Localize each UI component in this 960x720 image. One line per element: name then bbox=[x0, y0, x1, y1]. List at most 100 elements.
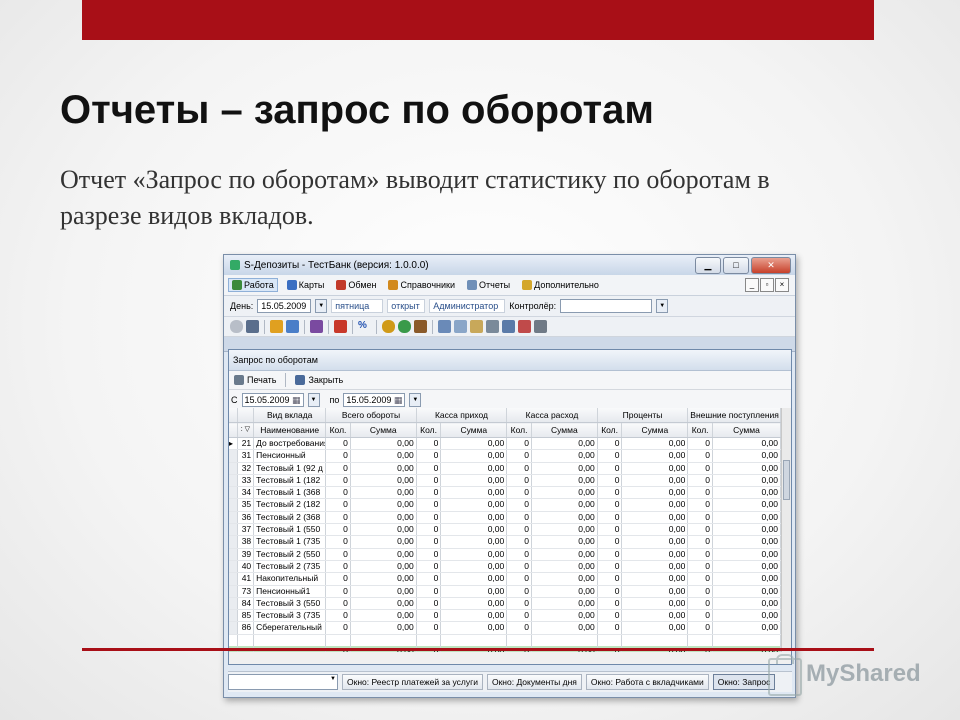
table-row[interactable]: 33 Тестовый 1 (182 0 0,00 0 0,00 0 0,00 0 0,00 0 0,… bbox=[229, 474, 781, 488]
table-row[interactable]: 40 Тестовый 2 (735 0 0,00 0 0,00 0 0,00 0 0,00 0 0,… bbox=[229, 560, 781, 574]
taskbar-window-button[interactable]: Окно: Реестр платежей за услуги bbox=[342, 674, 483, 690]
row-code: 85 bbox=[237, 609, 255, 623]
controller-field[interactable] bbox=[560, 299, 653, 313]
mdi-minimize-button[interactable]: _ bbox=[745, 278, 759, 292]
sub-header-1[interactable]: Наименование bbox=[253, 422, 327, 438]
menu-item-5[interactable]: Отчеты bbox=[464, 279, 513, 291]
from-date-dropdown-icon[interactable]: ▼ bbox=[307, 393, 320, 407]
calculator-icon[interactable] bbox=[534, 320, 547, 333]
group-header-6[interactable]: Внешние поступления bbox=[687, 408, 781, 423]
sub-header-4[interactable]: Кол. bbox=[416, 422, 442, 438]
controller-dropdown-icon[interactable]: ▼ bbox=[656, 299, 669, 313]
window-selector-dropdown[interactable] bbox=[228, 674, 338, 690]
grid-vertical-scrollbar[interactable] bbox=[781, 408, 791, 652]
from-date-field[interactable]: 15.05.2009 ▦ bbox=[241, 393, 304, 407]
table-row[interactable]: 37 Тестовый 1 (550 0 0,00 0 0,00 0 0,00 0 0,00 0 0,… bbox=[229, 523, 781, 537]
book-icon[interactable] bbox=[310, 320, 323, 333]
close-report-button[interactable]: Закрыть bbox=[292, 375, 346, 385]
sub-header-5[interactable]: Сумма bbox=[440, 422, 508, 438]
edit-icon[interactable] bbox=[246, 320, 259, 333]
sub-header-3[interactable]: Сумма bbox=[350, 422, 417, 438]
row-sum: 0,00 bbox=[531, 437, 598, 451]
table-row[interactable]: 32 Тестовый 1 (92 д 0 0,00 0 0,00 0 0,00 0 0,00 0 0… bbox=[229, 462, 781, 475]
sub-header-9[interactable]: Сумма bbox=[621, 422, 689, 438]
report-title: Запрос по оборотам bbox=[233, 355, 318, 365]
row-sum: 0,00 bbox=[440, 498, 508, 512]
filter-header-icon[interactable]: : ▽ bbox=[237, 422, 255, 438]
taskbar-window-button[interactable]: Окно: Документы дня bbox=[486, 674, 582, 690]
taskbar-window-button[interactable]: Окно: Работа с вкладчиками bbox=[585, 674, 709, 690]
folders-icon[interactable] bbox=[270, 320, 283, 333]
weekday-field: пятница bbox=[331, 299, 384, 313]
monitor-icon[interactable] bbox=[502, 320, 515, 333]
coins-icon[interactable] bbox=[382, 320, 395, 333]
sub-header-8[interactable]: Кол. bbox=[597, 422, 623, 438]
maximize-button[interactable]: □ bbox=[723, 257, 749, 274]
group-header-4[interactable]: Касса расход bbox=[506, 408, 598, 423]
row-indicator bbox=[229, 548, 238, 561]
table-row[interactable]: ▸ 21 До востребования 0 0,00 0 0,00 0 0,00 0 0,00 0… bbox=[229, 437, 781, 451]
row-count: 0 bbox=[687, 560, 713, 574]
group-header-5[interactable]: Проценты bbox=[597, 408, 689, 423]
sub-header-10[interactable]: Кол. bbox=[687, 422, 713, 438]
group-header-1[interactable]: Вид вклада bbox=[253, 408, 327, 423]
row-sum: 0,00 bbox=[621, 560, 689, 574]
cloud-icon[interactable] bbox=[230, 320, 243, 333]
table-row[interactable]: 41 Накопительный 0 0,00 0 0,00 0 0,00 0 0,00 0 0,00 bbox=[229, 572, 781, 586]
menu-item-3[interactable]: Обмен bbox=[333, 279, 379, 291]
group-header-3[interactable]: Касса приход bbox=[416, 408, 508, 423]
mdi-restore-button[interactable]: ▫ bbox=[760, 278, 774, 292]
grid-view-icon[interactable] bbox=[438, 320, 451, 333]
percent-icon[interactable]: % bbox=[358, 320, 371, 333]
table-row[interactable]: 86 Сберегательный 0 0,00 0 0,00 0 0,00 0 0,00 0 0,0… bbox=[229, 621, 781, 635]
to-date-dropdown-icon[interactable]: ▼ bbox=[409, 393, 422, 407]
table-row[interactable]: 39 Тестовый 2 (550 0 0,00 0 0,00 0 0,00 0 0,00 0 0,… bbox=[229, 548, 781, 561]
row-count: 0 bbox=[597, 560, 623, 574]
clipboard-icon[interactable] bbox=[470, 320, 483, 333]
calendar-icon[interactable]: ▦ bbox=[292, 394, 301, 406]
sub-header-7[interactable]: Сумма bbox=[531, 422, 598, 438]
row-count: 0 bbox=[687, 474, 713, 488]
table-icon[interactable] bbox=[454, 320, 467, 333]
menu-item-4[interactable]: Справочники bbox=[385, 279, 458, 291]
sub-header-11[interactable]: Сумма bbox=[712, 422, 781, 438]
sub-header-6[interactable]: Кол. bbox=[506, 422, 532, 438]
table-row[interactable]: 73 Пенсионный1 0 0,00 0 0,00 0 0,00 0 0,00 0 0,00 bbox=[229, 585, 781, 598]
printer-icon bbox=[234, 375, 244, 385]
group-header-2[interactable]: Всего обороты bbox=[325, 408, 417, 423]
sub-header-2[interactable]: Кол. bbox=[325, 422, 351, 438]
table-row[interactable]: 85 Тестовый 3 (735 0 0,00 0 0,00 0 0,00 0 0,00 0 0,… bbox=[229, 609, 781, 623]
table-row[interactable]: 35 Тестовый 2 (182 0 0,00 0 0,00 0 0,00 0 0,00 0 0,… bbox=[229, 498, 781, 512]
report-print-icon[interactable] bbox=[334, 320, 347, 333]
taskbar-window-button[interactable]: Окно: Запрос bbox=[712, 674, 776, 690]
menu-item-1[interactable]: Работа bbox=[228, 278, 278, 292]
print-button[interactable]: Печать bbox=[231, 375, 279, 385]
row-name: Пенсионный1 bbox=[253, 585, 327, 598]
report-toolbar: Печать Закрыть bbox=[229, 371, 791, 390]
tools-icon[interactable] bbox=[414, 320, 427, 333]
to-date-field[interactable]: 15.05.2009 ▦ bbox=[343, 393, 406, 407]
minimize-button[interactable]: ▁ bbox=[695, 257, 721, 274]
menu-item-6[interactable]: Дополнительно bbox=[519, 279, 602, 291]
day-field[interactable]: 15.05.2009 bbox=[257, 299, 312, 313]
to-label: по bbox=[329, 395, 340, 405]
row-sum: 0,00 bbox=[712, 572, 781, 586]
settings-icon[interactable] bbox=[486, 320, 499, 333]
row-sum: 0,00 bbox=[350, 585, 417, 598]
scrollbar-thumb[interactable] bbox=[783, 460, 790, 500]
documents-icon[interactable] bbox=[286, 320, 299, 333]
calendar-icon[interactable]: ▦ bbox=[394, 394, 403, 406]
close-button[interactable]: ✕ bbox=[751, 257, 791, 274]
table-row[interactable]: 84 Тестовый 3 (550 0 0,00 0 0,00 0 0,00 0 0,00 0 0,… bbox=[229, 597, 781, 611]
from-label: С bbox=[231, 395, 238, 405]
person-icon[interactable] bbox=[398, 320, 411, 333]
day-dropdown-icon[interactable]: ▼ bbox=[315, 299, 328, 313]
table-row[interactable]: 34 Тестовый 1 (368 0 0,00 0 0,00 0 0,00 0 0,00 0 0,… bbox=[229, 486, 781, 500]
mdi-close-button[interactable]: × bbox=[775, 278, 789, 292]
table-row[interactable]: 36 Тестовый 2 (368 0 0,00 0 0,00 0 0,00 0 0,00 0 0,… bbox=[229, 511, 781, 525]
table-row[interactable]: 31 Пенсионный 0 0,00 0 0,00 0 0,00 0 0,00 0 0,00 bbox=[229, 449, 781, 463]
table-row[interactable]: 38 Тестовый 1 (735 0 0,00 0 0,00 0 0,00 0 0,00 0 0,… bbox=[229, 535, 781, 549]
row-count: 0 bbox=[687, 535, 713, 549]
menu-item-2[interactable]: Карты bbox=[284, 279, 328, 291]
chart-window-icon[interactable] bbox=[518, 320, 531, 333]
